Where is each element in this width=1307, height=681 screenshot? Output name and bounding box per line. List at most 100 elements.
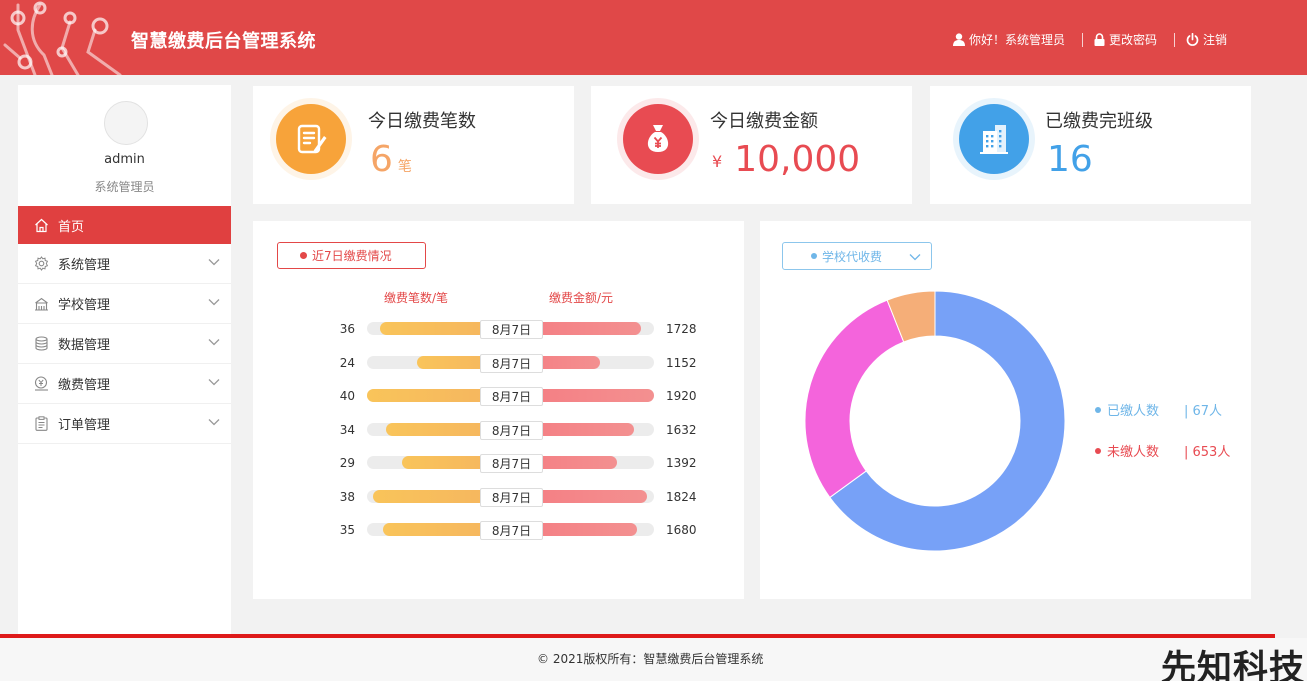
date-label: 8月7日 bbox=[480, 387, 543, 406]
payment-count: 36 bbox=[339, 322, 355, 336]
date-label: 8月7日 bbox=[480, 521, 543, 540]
user-role: 系统管理员 bbox=[94, 180, 155, 194]
sidebar: admin 系统管理员 首页 系统管理 学校管理 数据管理 缴费管理 订单管理 bbox=[18, 85, 231, 637]
amount-column-header: 缴费金额/元 bbox=[549, 291, 614, 305]
payment-count: 40 bbox=[339, 389, 355, 403]
legend-value: | 653人 bbox=[1184, 445, 1231, 460]
header-nav: 你好！系统管理员 更改密码 注销 bbox=[952, 31, 1227, 48]
home-icon bbox=[33, 217, 49, 233]
building-icon bbox=[959, 104, 1029, 174]
stat-card-completed-classes: 已缴费完班级 16 bbox=[930, 86, 1251, 204]
stat-value: ¥10,000 bbox=[712, 138, 860, 184]
database-icon bbox=[33, 336, 49, 352]
school-fee-select[interactable]: 学校代收费 bbox=[782, 242, 932, 270]
stat-number: 10,000 bbox=[734, 139, 861, 180]
stat-label: 今日缴费金额 bbox=[710, 111, 818, 132]
footer: © 2021版权所有：智慧缴费后台管理系统 bbox=[0, 638, 1307, 681]
sidebar-item-label: 首页 bbox=[58, 219, 85, 235]
sidebar-item-home[interactable]: 首页 bbox=[18, 206, 231, 244]
sidebar-item-data[interactable]: 数据管理 bbox=[18, 324, 231, 364]
date-label: 8月7日 bbox=[480, 420, 543, 440]
payment-amount: 1728 bbox=[666, 322, 697, 336]
chevron-down-icon bbox=[909, 254, 921, 261]
nav-divider bbox=[1081, 32, 1083, 47]
chevron-down-icon bbox=[208, 299, 220, 306]
logout-link[interactable]: 注销 bbox=[1186, 31, 1227, 48]
sidebar-item-label: 系统管理 bbox=[58, 258, 111, 273]
payment-amount: 1392 bbox=[666, 456, 697, 470]
company-watermark: 先知科技 bbox=[1160, 649, 1305, 681]
user-greeting[interactable]: 你好！系统管理员 bbox=[952, 31, 1065, 48]
stat-number: 16 bbox=[1047, 139, 1093, 180]
stat-number: 6 bbox=[370, 139, 393, 180]
logout-text: 注销 bbox=[1202, 33, 1227, 47]
sidebar-item-school[interactable]: 学校管理 bbox=[18, 284, 231, 324]
payment-count: 38 bbox=[339, 489, 355, 504]
payment-row: 38 8月7日 1824 bbox=[253, 487, 743, 508]
legend-paid: 已缴人数 | 67人 bbox=[1095, 400, 1222, 419]
payment-row: 36 8月7日 1728 bbox=[253, 320, 743, 340]
date-label: 8月7日 bbox=[480, 320, 543, 339]
legend-unpaid: 未缴人数 | 653人 bbox=[1095, 441, 1230, 460]
gear-icon bbox=[33, 256, 49, 272]
lock-icon bbox=[1094, 33, 1105, 46]
date-label: 8月7日 bbox=[480, 353, 543, 373]
chevron-down-icon bbox=[208, 379, 220, 386]
user-icon bbox=[952, 33, 965, 46]
payment-row: 34 8月7日 1632 bbox=[253, 420, 743, 441]
chevron-down-icon bbox=[208, 259, 220, 266]
sidebar-item-label: 学校管理 bbox=[58, 298, 111, 313]
sidebar-item-label: 缴费管理 bbox=[58, 378, 111, 393]
stat-card-today-amount: 今日缴费金额 ¥10,000 bbox=[591, 86, 912, 204]
stat-unit: 笔 bbox=[397, 159, 412, 175]
clipboard-icon bbox=[33, 416, 49, 432]
payment-amount: 1632 bbox=[666, 422, 697, 437]
chevron-down-icon bbox=[208, 419, 220, 426]
nav-divider bbox=[1173, 32, 1175, 47]
payment-donut-chart bbox=[804, 290, 1066, 552]
sidebar-item-label: 订单管理 bbox=[58, 418, 111, 433]
change-password-link[interactable]: 更改密码 bbox=[1094, 31, 1157, 48]
payment-count: 35 bbox=[339, 523, 355, 537]
payment-count: 24 bbox=[339, 355, 355, 370]
count-column-header: 缴费笔数/笔 bbox=[384, 291, 449, 305]
dot-icon bbox=[300, 252, 307, 259]
top-header: 智慧缴费后台管理系统 你好！系统管理员 更改密码 注销 bbox=[0, 0, 1307, 75]
payment-amount: 1920 bbox=[666, 389, 697, 403]
money-bag-icon bbox=[623, 104, 693, 174]
legend-dot-icon bbox=[1095, 447, 1101, 454]
payment-row: 35 8月7日 1680 bbox=[253, 521, 743, 541]
date-label: 8月7日 bbox=[480, 454, 543, 473]
sidebar-item-payment[interactable]: 缴费管理 bbox=[18, 364, 231, 404]
sidebar-item-system[interactable]: 系统管理 bbox=[18, 244, 231, 284]
stat-label: 今日缴费笔数 bbox=[368, 111, 476, 132]
payment-row: 40 8月7日 1920 bbox=[253, 387, 743, 407]
circuit-decoration-icon bbox=[3, 1, 122, 75]
stat-label: 已缴费完班级 bbox=[1045, 111, 1153, 132]
sidebar-menu: 首页 系统管理 学校管理 数据管理 缴费管理 订单管理 bbox=[18, 206, 231, 444]
user-name: admin bbox=[104, 152, 145, 167]
sidebar-item-label: 数据管理 bbox=[58, 338, 111, 353]
legend-label: 已缴人数 bbox=[1107, 404, 1160, 419]
payment-count: 34 bbox=[339, 422, 355, 437]
donut-slice[interactable] bbox=[804, 299, 905, 499]
legend-dot-icon bbox=[1095, 406, 1101, 413]
payment-amount: 1680 bbox=[666, 523, 697, 537]
stat-card-today-count: 今日缴费笔数 6笔 bbox=[253, 86, 574, 204]
payment-amount: 1824 bbox=[666, 489, 697, 504]
dot-icon bbox=[811, 253, 817, 259]
payment-icon bbox=[33, 376, 49, 392]
sidebar-item-orders[interactable]: 订单管理 bbox=[18, 404, 231, 444]
avatar[interactable] bbox=[104, 101, 148, 145]
legend-value: | 67人 bbox=[1184, 404, 1223, 419]
payment-row: 24 8月7日 1152 bbox=[253, 353, 743, 374]
collection-donut-panel: 学校代收费 已缴人数 | 67人 未缴人数 | 653人 bbox=[760, 221, 1251, 599]
date-label: 8月7日 bbox=[480, 487, 543, 507]
currency-symbol: ¥ bbox=[712, 152, 723, 171]
stat-value: 16 bbox=[1047, 138, 1093, 182]
app-title: 智慧缴费后台管理系统 bbox=[131, 31, 316, 52]
payment-amount: 1152 bbox=[666, 355, 697, 370]
recent-7days-filter-button[interactable]: 近7日缴费情况 bbox=[277, 242, 426, 269]
stat-value: 6笔 bbox=[370, 138, 412, 189]
copyright-text: © 2021版权所有：智慧缴费后台管理系统 bbox=[537, 652, 764, 666]
